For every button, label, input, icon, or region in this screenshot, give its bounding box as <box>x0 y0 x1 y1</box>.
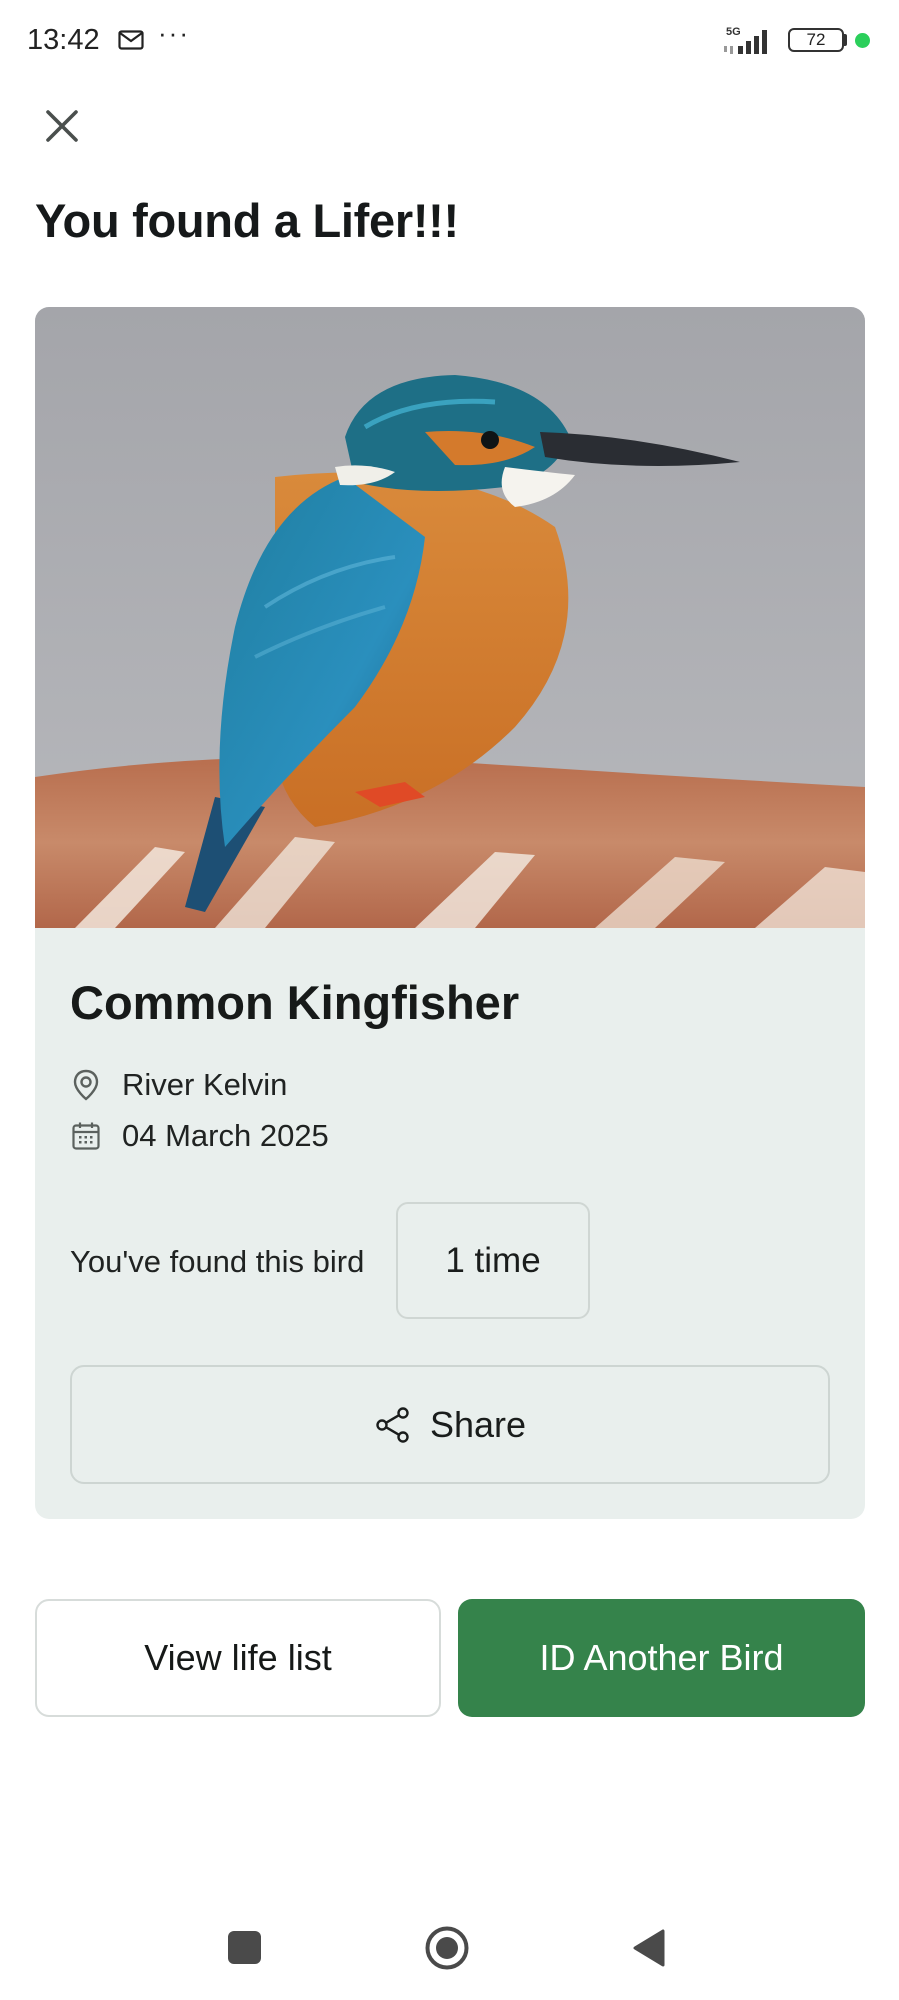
home-circle-icon[interactable] <box>424 1925 470 1971</box>
recents-square-icon[interactable] <box>228 1931 261 1964</box>
found-count-label: You've found this bird <box>70 1244 365 1279</box>
id-another-bird-button[interactable]: ID Another Bird <box>458 1599 865 1717</box>
share-icon <box>376 1406 409 1443</box>
status-bar: 13:42 ··· 5G 72 <box>0 0 899 80</box>
status-time: 13:42 <box>27 24 100 56</box>
back-triangle-icon[interactable] <box>632 1928 666 1968</box>
battery-tip <box>843 34 847 46</box>
close-icon <box>46 110 78 142</box>
found-count-badge: 1 time <box>396 1202 590 1319</box>
more-dots-icon: ··· <box>158 18 190 48</box>
date-text: 04 March 2025 <box>122 1118 329 1153</box>
svg-text:5G: 5G <box>726 26 741 38</box>
calendar-icon <box>70 1120 102 1152</box>
close-button[interactable] <box>36 100 88 152</box>
share-label: Share <box>429 1403 527 1445</box>
page-title: You found a Lifer!!! <box>35 194 459 247</box>
battery-level: 72 <box>806 30 826 49</box>
location-pin-icon <box>70 1069 102 1101</box>
green-dot-indicator <box>855 33 870 48</box>
battery-icon: 72 <box>788 28 844 52</box>
view-life-list-button[interactable]: View life list <box>35 1599 441 1717</box>
bird-photo <box>35 307 865 928</box>
location-text: River Kelvin <box>122 1067 288 1102</box>
bird-card: Common Kingfisher River Kelvin 04 March … <box>35 307 865 1519</box>
share-button[interactable]: Share <box>70 1365 830 1484</box>
signal-5g-icon: 5G <box>724 26 767 54</box>
date-row: 04 March 2025 <box>70 1118 329 1154</box>
location-row: River Kelvin <box>70 1067 287 1103</box>
mail-icon <box>118 30 144 50</box>
bird-name: Common Kingfisher <box>70 976 520 1029</box>
lifer-found-screen: 13:42 ··· 5G 72 You found a Lifer!!! Com… <box>0 0 899 2000</box>
